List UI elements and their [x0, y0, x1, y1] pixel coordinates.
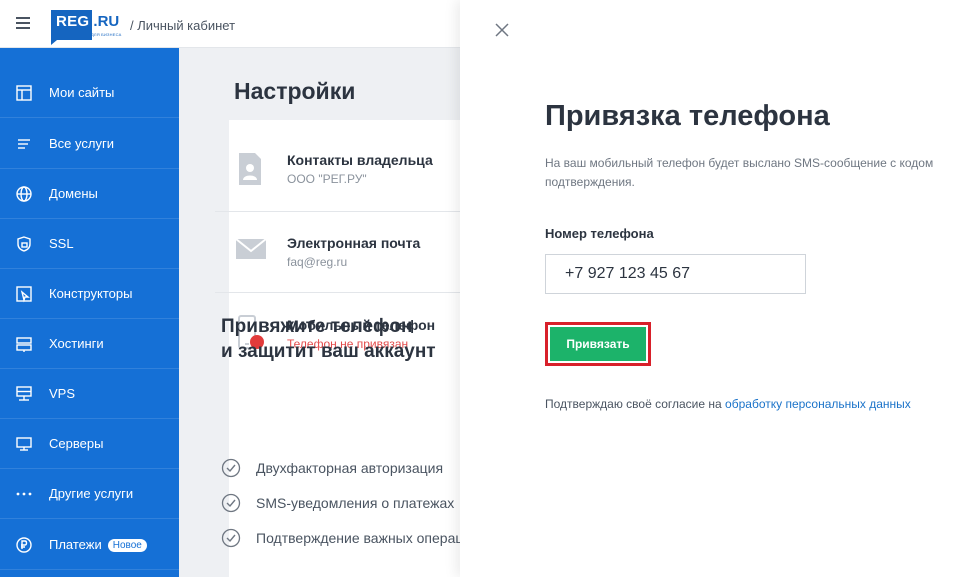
ssl-lock-icon [14, 234, 34, 254]
phone-label: Номер телефона [545, 226, 654, 241]
menu-icon[interactable] [16, 17, 30, 29]
settings-row-email[interactable]: Электронная почта faq@reg.ru [215, 233, 460, 313]
hosting-icon [14, 334, 34, 354]
promo-line-1: Привяжите телефон [221, 316, 413, 337]
privacy-link[interactable]: обработку персональных данных [725, 397, 911, 411]
bind-phone-button[interactable]: Привязать [550, 327, 646, 361]
logo-subtitle: ДЛЯ БИЗНЕСА [91, 32, 122, 37]
envelope-icon [235, 237, 267, 266]
phone-binding-panel: Привязка телефона На ваш мобильный телеф… [460, 0, 971, 577]
sidebar-item-label: Конструкторы [49, 286, 133, 301]
ruble-icon [14, 535, 34, 555]
logo-ru: .RU [93, 13, 120, 30]
benefit-item: Подтверждение важных операций [221, 528, 460, 548]
modal-title: Привязка телефона [545, 100, 830, 132]
settings-row-contacts[interactable]: Контакты владельца ООО "РЕГ.РУ" [215, 150, 460, 230]
check-circle-icon [221, 528, 241, 548]
sidebar-item-label: Мои сайты [49, 85, 115, 100]
page-title: Настройки [234, 78, 356, 104]
sidebar-item-label: Серверы [49, 436, 104, 451]
logo[interactable]: REG .RU ДЛЯ БИЗНЕСА [51, 10, 122, 45]
divider [215, 211, 460, 212]
benefit-text: Двухфакторная авторизация [256, 460, 444, 476]
sidebar-item-my-sites[interactable]: Мои сайты [0, 68, 179, 118]
benefit-text: Подтверждение важных операций [256, 530, 460, 546]
builder-icon [14, 284, 34, 304]
benefit-item: SMS-уведомления о платежах [221, 493, 454, 513]
sidebar-item-all-services[interactable]: Все услуги [0, 119, 179, 169]
row-subtitle: ООО "РЕГ.РУ" [287, 172, 367, 186]
vps-icon [14, 384, 34, 404]
sidebar-item-label: Другие услуги [49, 486, 134, 501]
check-circle-icon [221, 493, 241, 513]
sidebar-item-label: SSL [49, 236, 74, 251]
more-dots-icon [14, 484, 34, 504]
logo-main: REG [51, 10, 93, 45]
divider [215, 292, 460, 293]
globe-icon [14, 184, 34, 204]
row-title: Контакты владельца [287, 152, 433, 168]
phone-input[interactable] [545, 254, 806, 294]
benefit-item: Двухфакторная авторизация [221, 458, 443, 478]
sidebar-item-label: Домены [49, 186, 98, 201]
payments-label: Платежи [49, 537, 102, 552]
sidebar-item-vps[interactable]: VPS [0, 369, 179, 419]
contact-card-icon [235, 152, 265, 191]
sidebar-item-builders[interactable]: Конструкторы [0, 269, 179, 319]
benefit-text: SMS-уведомления о платежах [256, 495, 455, 511]
modal-description: На ваш мобильный телефон будет выслано S… [545, 156, 934, 189]
sidebar-item-label: VPS [49, 386, 76, 401]
close-icon[interactable] [493, 21, 511, 39]
check-circle-icon [221, 458, 241, 478]
row-subtitle: faq@reg.ru [287, 255, 348, 269]
row-title: Электронная почта [287, 235, 421, 251]
sites-icon [14, 83, 34, 103]
sidebar-item-label: Платежи Новое [49, 537, 147, 552]
sidebar-item-payments[interactable]: Платежи Новое [0, 520, 179, 570]
sidebar-item-label: Хостинги [49, 336, 104, 351]
sidebar-item-ssl[interactable]: SSL [0, 219, 179, 269]
list-icon [14, 134, 34, 154]
sidebar: Мои сайты Все услуги Домены SSL Конструк… [0, 48, 179, 577]
promo-heading: Привяжите телефон и защитит ваш аккаунт [221, 314, 436, 364]
promo-line-2: и защитит ваш аккаунт [221, 341, 436, 362]
sidebar-item-servers[interactable]: Серверы [0, 419, 179, 469]
main-content: Настройки Контакты владельца ООО "РЕГ.РУ… [179, 48, 460, 577]
submit-highlight: Привязать [545, 322, 651, 366]
server-icon [14, 434, 34, 454]
sidebar-item-label: Все услуги [49, 136, 114, 151]
consent-text: Подтверждаю своё согласие на обработку п… [545, 397, 911, 411]
breadcrumb[interactable]: / Личный кабинет [130, 18, 235, 33]
sidebar-item-other-services[interactable]: Другие услуги [0, 469, 179, 519]
sidebar-item-domains[interactable]: Домены [0, 169, 179, 219]
sidebar-item-hosting[interactable]: Хостинги [0, 319, 179, 369]
consent-prefix: Подтверждаю своё согласие на [545, 397, 722, 411]
new-badge: Новое [107, 539, 147, 552]
top-bar: REG .RU ДЛЯ БИЗНЕСА / Личный кабинет [0, 0, 460, 48]
